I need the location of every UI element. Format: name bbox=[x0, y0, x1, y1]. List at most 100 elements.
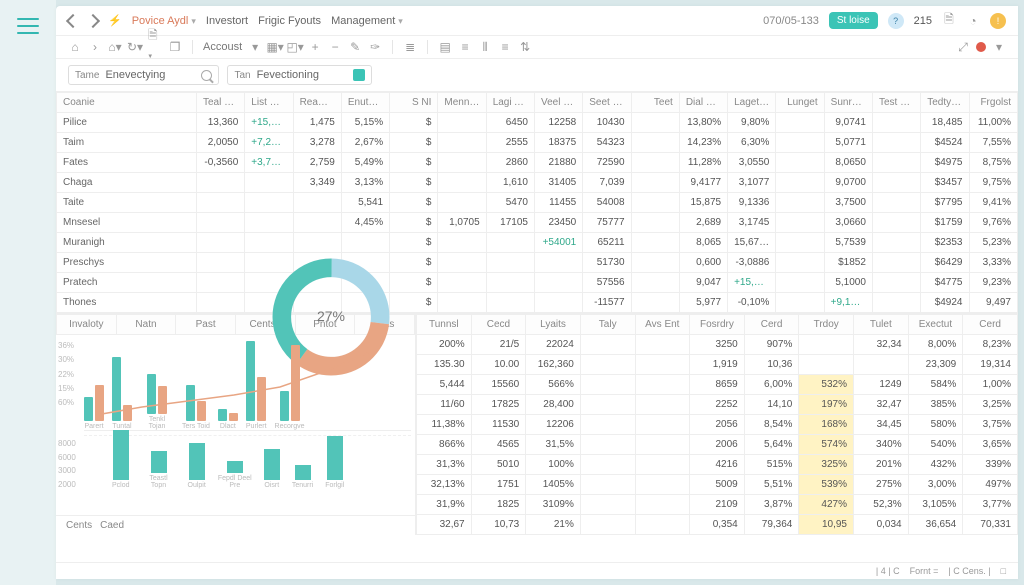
home-icon[interactable]: ⌂ bbox=[68, 40, 82, 54]
col-header[interactable]: Reamies Teal bbox=[293, 93, 341, 113]
col-header[interactable]: Cecd bbox=[471, 315, 526, 335]
clock-icon[interactable]: ◔ bbox=[966, 14, 980, 28]
filter-icon[interactable]: ≡ bbox=[498, 40, 512, 54]
breadcrumb-2[interactable]: Frigic Fyouts bbox=[258, 15, 321, 27]
footer-2[interactable]: | C Cens. | bbox=[948, 566, 990, 576]
col-header[interactable]: Frgolst bbox=[969, 93, 1018, 113]
chevron-down-icon[interactable]: ▾ bbox=[248, 40, 262, 54]
table-row[interactable]: Taim2,0050+7,265%3,2782,67%$255518375543… bbox=[57, 133, 1018, 153]
chevron-right-icon[interactable]: › bbox=[88, 40, 102, 54]
table-row[interactable]: Muranigh$+54001652118,06515,67115,7539$2… bbox=[57, 233, 1018, 253]
table-row[interactable]: 31,9%18253109%21093,87%427%52,3%3,105%3,… bbox=[417, 495, 1018, 515]
chart-icon[interactable]: ⫴ bbox=[478, 40, 492, 54]
flag-us-icon[interactable]: ▤ bbox=[438, 40, 452, 54]
sort-icon[interactable]: ⇅ bbox=[518, 40, 532, 54]
copy-icon[interactable]: ❐ bbox=[168, 40, 182, 54]
tag-icon[interactable] bbox=[353, 69, 365, 81]
col-header[interactable]: Coanie bbox=[57, 93, 197, 113]
table-row[interactable]: 31,3%5010100%4216515%325%201%432%339% bbox=[417, 455, 1018, 475]
col-header[interactable]: Test Cart bbox=[872, 93, 920, 113]
chart-col-header: Invaloty bbox=[57, 315, 117, 335]
col-header[interactable]: Seet Dart bbox=[583, 93, 631, 113]
search-box-1[interactable]: Tame bbox=[68, 65, 219, 85]
col-header[interactable]: Avs Ent bbox=[635, 315, 690, 335]
chevron-down2-icon[interactable]: ▾ bbox=[992, 40, 1006, 54]
breadcrumb-1[interactable]: Investort bbox=[206, 15, 248, 27]
table-row[interactable]: 866%456531,5%20065,64%574%340%540%3,65% bbox=[417, 435, 1018, 455]
col-header[interactable]: Taly bbox=[580, 315, 635, 335]
table-row[interactable]: Pilice13,360+15,6561,4755,15%$6450122581… bbox=[57, 113, 1018, 133]
search-input-1[interactable] bbox=[105, 69, 195, 81]
col-header[interactable]: Tedty Isck bbox=[921, 93, 969, 113]
col-header[interactable]: Exectut bbox=[908, 315, 963, 335]
page-icon[interactable]: ◰▾ bbox=[288, 40, 302, 54]
plus-icon[interactable]: + bbox=[308, 40, 322, 54]
note-icon[interactable]: ✑ bbox=[368, 40, 382, 54]
search-icon[interactable] bbox=[201, 70, 212, 81]
status-pill[interactable]: St loise bbox=[829, 12, 878, 29]
col-header[interactable]: Tunnsl bbox=[417, 315, 472, 335]
col-header[interactable]: Lagi Aut bbox=[486, 93, 534, 113]
col-header[interactable]: Teet bbox=[631, 93, 679, 113]
home2-icon[interactable]: ⌂▾ bbox=[108, 40, 122, 54]
legend-label-1: Caed bbox=[100, 520, 124, 531]
list-icon[interactable]: ≣ bbox=[403, 40, 417, 54]
footer-3[interactable]: □ bbox=[1001, 566, 1006, 576]
table-row[interactable]: Fates-0,3560+3,785%2,7595,49%$2860218807… bbox=[57, 153, 1018, 173]
nav-back-icon[interactable] bbox=[66, 13, 80, 27]
col-header[interactable]: Sunree Of bbox=[824, 93, 872, 113]
table-row[interactable]: Preschys$517300,600-3,0886$1852$64293,33… bbox=[57, 253, 1018, 273]
col-header[interactable]: Lunget bbox=[776, 93, 824, 113]
search-box-2[interactable]: Tan bbox=[227, 65, 371, 85]
save-icon[interactable]: 🗎▾ bbox=[148, 40, 162, 54]
col-header[interactable]: Tulet bbox=[854, 315, 909, 335]
help-icon[interactable]: ? bbox=[888, 13, 904, 29]
account-label[interactable]: Accoust bbox=[203, 41, 242, 53]
breadcrumb-3[interactable]: Management bbox=[331, 15, 403, 27]
pencil-icon[interactable]: ✎ bbox=[348, 40, 362, 54]
record-icon[interactable] bbox=[976, 42, 986, 52]
footer-0: | 4 | C bbox=[876, 566, 900, 576]
footer-1[interactable]: Fornt = bbox=[910, 566, 939, 576]
table-row[interactable]: 135.3010.00162,3601,91910,3623,30919,314 bbox=[417, 355, 1018, 375]
table-row[interactable]: Pratech$575569,047+15,06005,1000$47759,2… bbox=[57, 273, 1018, 293]
bottom-section: InvalotyNatnPastCentshPntotFnts 36%30%22… bbox=[56, 313, 1018, 535]
col-header[interactable]: Dial Sask bbox=[679, 93, 727, 113]
col-header[interactable]: Fosrdry bbox=[690, 315, 745, 335]
nav-forward-icon[interactable] bbox=[86, 13, 100, 27]
breadcrumb-0[interactable]: Povice Aydl bbox=[132, 15, 196, 27]
table-row[interactable]: Chaga3,3493,13%$1,610314057,0399,41773,1… bbox=[57, 173, 1018, 193]
table-row[interactable]: 11,38%115301220620568,54%168%34,45580%3,… bbox=[417, 415, 1018, 435]
col-header[interactable]: Lagets Mr bbox=[728, 93, 776, 113]
col-header[interactable]: S NI bbox=[390, 93, 438, 113]
align-icon[interactable]: ≡ bbox=[458, 40, 472, 54]
chart-col-header: Natn bbox=[116, 315, 176, 335]
col-header[interactable]: Cerd bbox=[744, 315, 799, 335]
col-header[interactable]: Trdoy bbox=[799, 315, 854, 335]
table-row[interactable]: 32,13%17511405%50095,51%539%275%3,00%497… bbox=[417, 475, 1018, 495]
alert-icon[interactable]: ! bbox=[990, 13, 1006, 29]
col-header[interactable]: Veel Elak bbox=[534, 93, 582, 113]
table-row[interactable]: Mnsesel4,45%$1,07051710523450757772,6893… bbox=[57, 213, 1018, 233]
doc-icon[interactable]: 🗎 bbox=[942, 14, 956, 28]
table-row[interactable]: Taite5,541$5470114555400815,8759,13363,7… bbox=[57, 193, 1018, 213]
col-header[interactable]: Lyaits bbox=[526, 315, 581, 335]
table-row[interactable]: 5,44415560566%86596,00%532%1249584%1,00% bbox=[417, 375, 1018, 395]
refresh-icon[interactable]: ↻▾ bbox=[128, 40, 142, 54]
col-header[interactable]: List Garel bbox=[245, 93, 293, 113]
table-row[interactable]: 200%21/5220243250907%32,348,00%8,23% bbox=[417, 335, 1018, 355]
search-input-2[interactable] bbox=[257, 69, 347, 81]
grid-icon[interactable]: ▦▾ bbox=[268, 40, 282, 54]
col-header[interactable]: Teal Seret bbox=[197, 93, 245, 113]
col-header[interactable]: Enuty Deat bbox=[341, 93, 389, 113]
chart-col-header: Past bbox=[176, 315, 236, 335]
table-row[interactable]: Thones$-115775,977-0,10%+9,1727$49249,49… bbox=[57, 293, 1018, 313]
topbar: ⚡ Povice Aydl Investort Frigic Fyouts Ma… bbox=[56, 6, 1018, 36]
menu-icon[interactable] bbox=[17, 18, 39, 34]
expand-icon[interactable]: ⤢ bbox=[956, 40, 970, 54]
dash-icon[interactable]: − bbox=[328, 40, 342, 54]
table-row[interactable]: 11/601782528,400225214,10197%32,47385%3,… bbox=[417, 395, 1018, 415]
col-header[interactable]: Mennnce bbox=[438, 93, 486, 113]
table-row[interactable]: 32,6710,7321%0,35479,36410,950,03436,654… bbox=[417, 515, 1018, 535]
col-header[interactable]: Cerd bbox=[963, 315, 1018, 335]
